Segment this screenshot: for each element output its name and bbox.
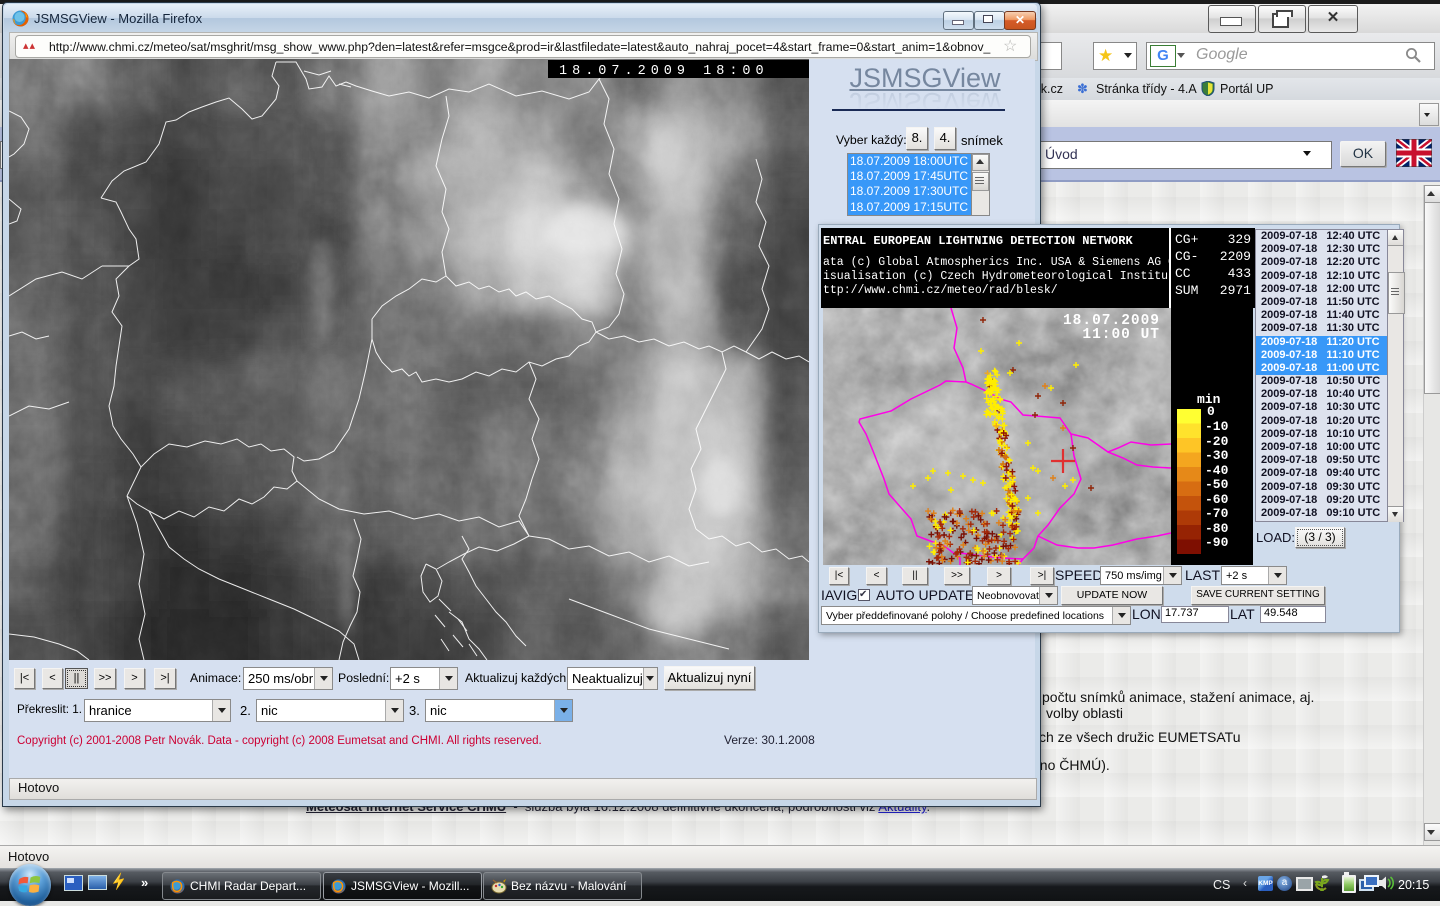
svg-text:-60: -60 xyxy=(1205,492,1229,507)
svg-text:-90: -90 xyxy=(1205,535,1229,550)
svg-text:-20: -20 xyxy=(1205,434,1229,449)
svg-text:-70: -70 xyxy=(1205,506,1229,521)
svg-text:-50: -50 xyxy=(1205,477,1229,492)
svg-text:-10: -10 xyxy=(1205,419,1229,434)
svg-text:-40: -40 xyxy=(1205,463,1229,478)
svg-text:-30: -30 xyxy=(1205,448,1229,463)
svg-text:-80: -80 xyxy=(1205,521,1229,536)
svg-text:11:00 UT: 11:00 UT xyxy=(1082,327,1160,343)
svg-text:0: 0 xyxy=(1207,404,1215,419)
svg-text:18.07.2009 18:00: 18.07.2009 18:00 xyxy=(559,64,769,79)
